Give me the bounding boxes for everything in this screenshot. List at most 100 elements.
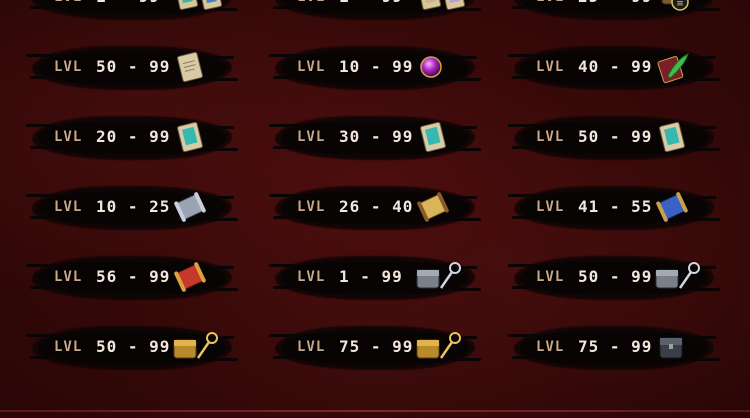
brush-streak	[26, 124, 56, 127]
level-reward-badge[interactable]: LVL 26 - 40	[269, 182, 481, 234]
brush-streak	[696, 56, 716, 59]
brush-streak	[30, 6, 48, 9]
level-prefix-label: LVL	[54, 59, 83, 75]
level-reward-badge[interactable]: LVL 40 - 99	[508, 42, 720, 94]
level-range-label: 25 - 99	[578, 0, 652, 6]
brush-streak	[273, 356, 291, 359]
brush-streak	[690, 78, 720, 81]
level-reward-badge[interactable]: LVL 10 - 25	[26, 182, 238, 234]
brush-streak	[214, 266, 234, 269]
silver-chest-key-icon	[654, 260, 704, 294]
brush-streak	[208, 218, 238, 221]
brush-streak	[696, 126, 716, 129]
brush-streak	[214, 56, 234, 59]
level-range-label: 1 - 99	[339, 0, 403, 6]
level-range-label: 20 - 99	[96, 127, 171, 146]
level-reward-badge[interactable]: LVL 50 - 99	[508, 252, 720, 304]
brush-streak	[269, 264, 299, 267]
teal-card-icon	[654, 120, 694, 154]
level-reward-badge[interactable]: LVL 30 - 99	[269, 112, 481, 164]
level-reward-badge[interactable]: LVL 25 - 99 ≡	[512, 0, 720, 24]
level-range-label: 41 - 55	[578, 197, 653, 216]
level-reward-badge[interactable]: LVL 1 - 99	[269, 252, 481, 304]
brush-streak	[690, 8, 720, 11]
brush-streak	[451, 218, 481, 221]
level-reward-badge[interactable]: LVL 75 - 99	[269, 322, 481, 374]
bottom-divider	[0, 410, 750, 412]
brush-streak	[451, 78, 481, 81]
level-reward-badge[interactable]: LVL 20 - 99	[26, 112, 238, 164]
brush-streak	[273, 146, 291, 149]
brush-streak	[30, 146, 48, 149]
brush-streak	[208, 78, 238, 81]
brush-streak	[273, 286, 291, 289]
brush-streak	[30, 286, 48, 289]
level-range-label: 75 - 99	[339, 337, 414, 356]
brush-streak	[512, 6, 530, 9]
level-reward-badge[interactable]: LVL 41 - 55	[508, 182, 720, 234]
gold-scroll-icon	[415, 190, 455, 224]
reward-row: LVL 56 - 99 LVL 1 - 99 LVL 50 - 99	[0, 250, 750, 306]
brush-streak	[26, 194, 56, 197]
brush-streak	[208, 288, 238, 291]
reward-row: LVL 10 - 25 LVL 26 - 40 LVL 41 - 55	[0, 180, 750, 236]
dark-chest-icon	[654, 330, 694, 364]
brush-streak	[26, 334, 56, 337]
brush-streak	[26, 264, 56, 267]
level-rewards-grid: LVL 1 - 99 LVL 1 - 99 LVL 25 - 99 ≡ LVL 50 - …	[0, 0, 750, 418]
level-rewards-panel: LVL 1 - 99 LVL 1 - 99 LVL 25 - 99 ≡ LVL 50 - …	[0, 0, 750, 418]
level-range-label: 75 - 99	[578, 337, 653, 356]
brush-streak	[508, 54, 538, 57]
reward-row: LVL 1 - 99 LVL 1 - 99 LVL 25 - 99 ≡	[0, 0, 750, 26]
brush-streak	[696, 196, 716, 199]
level-reward-badge[interactable]: LVL 50 - 99	[26, 322, 238, 374]
brush-streak	[208, 148, 238, 151]
level-prefix-label: LVL	[536, 339, 565, 355]
brush-streak	[512, 76, 530, 79]
level-range-label: 50 - 99	[578, 267, 653, 286]
level-prefix-label: LVL	[297, 269, 326, 285]
silver-scroll-icon	[172, 190, 212, 224]
level-prefix-label: LVL	[54, 129, 83, 145]
brush-streak	[273, 6, 291, 9]
reward-row: LVL 50 - 99 LVL 75 - 99 LVL 75 - 99	[0, 320, 750, 376]
level-prefix-label: LVL	[54, 339, 83, 355]
brush-streak	[690, 148, 720, 151]
level-reward-badge[interactable]: LVL 10 - 99	[269, 42, 481, 94]
gold-chest-key-icon	[172, 330, 222, 364]
reward-row: LVL 20 - 99 LVL 30 - 99 LVL 50 - 99	[0, 110, 750, 166]
level-prefix-label: LVL	[297, 339, 326, 355]
brush-streak	[214, 196, 234, 199]
level-prefix-label: LVL	[536, 59, 565, 75]
brush-streak	[457, 196, 477, 199]
brush-streak	[214, 126, 234, 129]
brush-streak	[30, 76, 48, 79]
level-reward-badge[interactable]: LVL 1 - 99	[273, 0, 481, 24]
level-range-label: 50 - 99	[96, 337, 171, 356]
brush-streak	[690, 218, 720, 221]
brush-streak	[30, 216, 48, 219]
level-range-label: 50 - 99	[578, 127, 653, 146]
level-prefix-label: LVL	[54, 0, 82, 5]
level-prefix-label: LVL	[297, 129, 326, 145]
brush-streak	[508, 264, 538, 267]
level-reward-badge[interactable]: LVL 50 - 99	[508, 112, 720, 164]
brush-streak	[273, 76, 291, 79]
level-prefix-label: LVL	[536, 199, 565, 215]
level-reward-badge[interactable]: LVL 75 - 99	[508, 322, 720, 374]
brush-streak	[512, 146, 530, 149]
brush-streak	[696, 336, 716, 339]
level-reward-badge[interactable]: LVL 50 - 99	[26, 42, 238, 94]
feather-book-icon	[654, 50, 694, 84]
brush-streak	[457, 126, 477, 129]
level-prefix-label: LVL	[54, 199, 83, 215]
level-prefix-label: LVL	[536, 269, 565, 285]
teal-card-icon	[415, 120, 455, 154]
scroll-cards-icon	[415, 0, 475, 14]
level-range-label: 40 - 99	[578, 57, 653, 76]
level-range-label: 56 - 99	[96, 267, 171, 286]
level-reward-badge[interactable]: LVL 1 - 99	[30, 0, 238, 24]
level-reward-badge[interactable]: LVL 56 - 99	[26, 252, 238, 304]
svg-text:≡: ≡	[676, 0, 684, 9]
brush-streak	[269, 54, 299, 57]
